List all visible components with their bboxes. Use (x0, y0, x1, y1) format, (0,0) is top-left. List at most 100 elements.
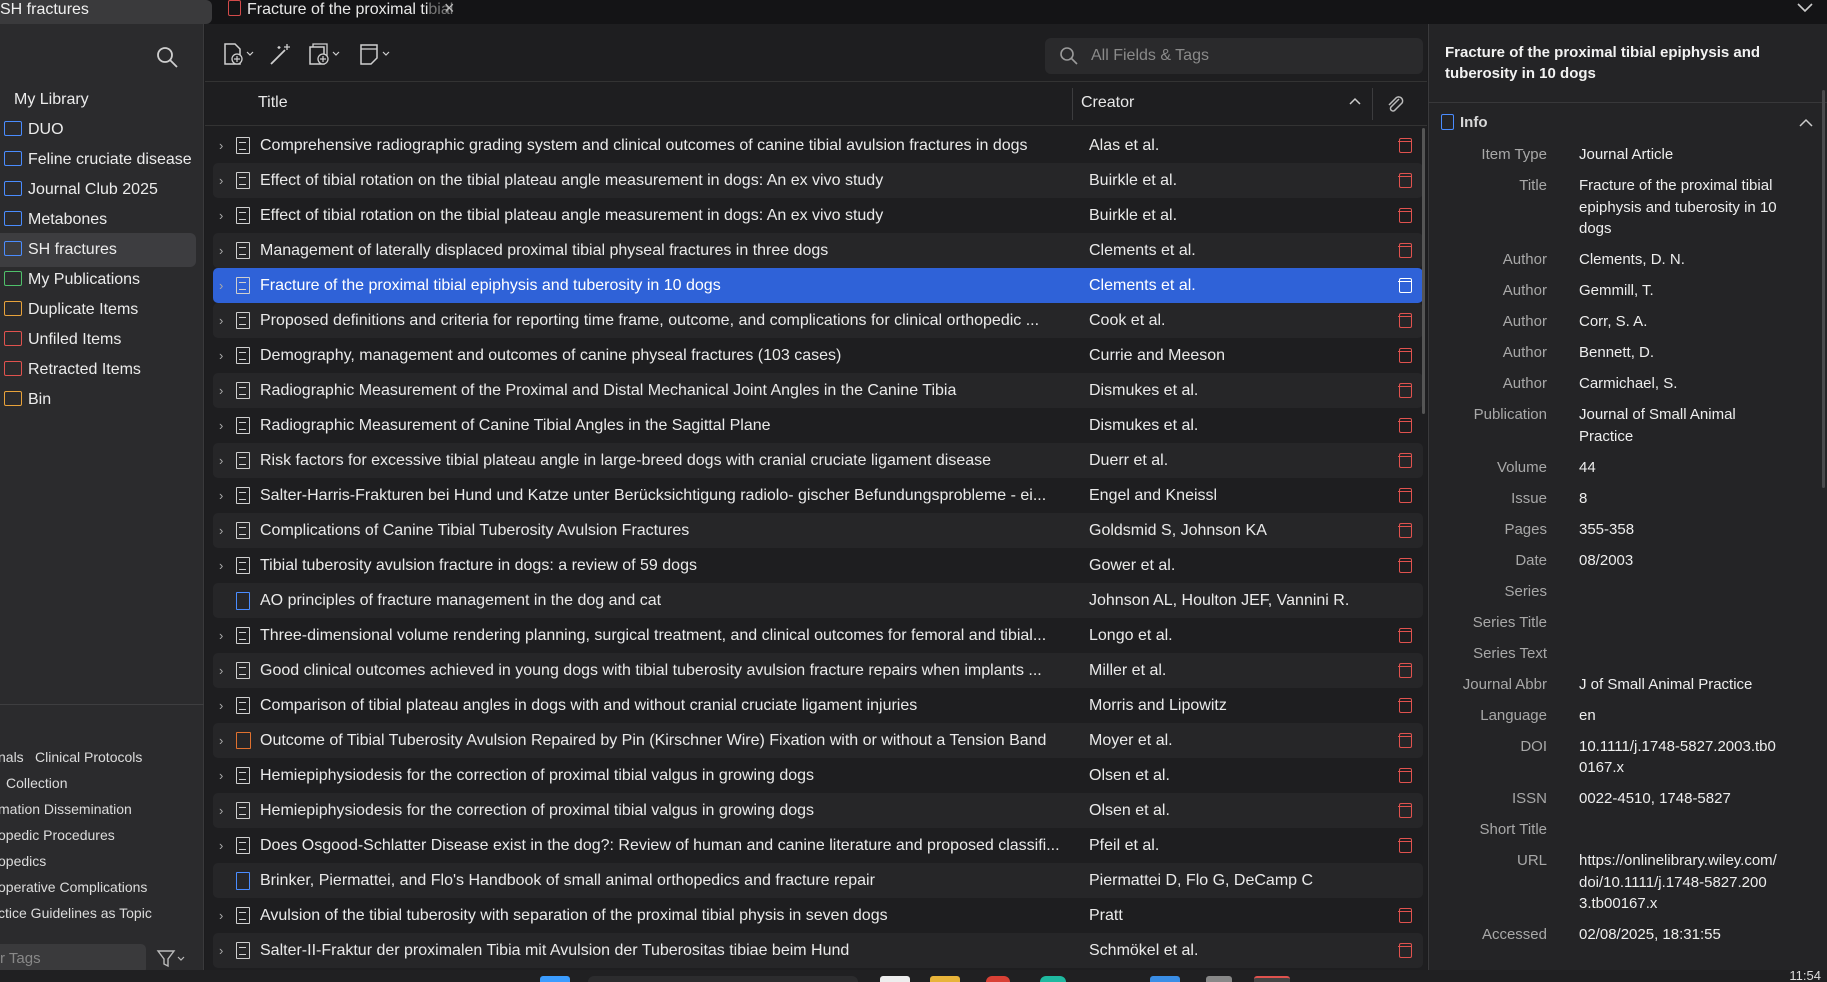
pdf-attachment-icon[interactable] (1398, 558, 1412, 573)
add-by-identifier-button[interactable] (267, 42, 295, 66)
detail-scrollbar[interactable] (1822, 90, 1825, 488)
sidebar-item-bin[interactable]: Bin (0, 383, 196, 417)
item-row[interactable]: › Avulsion of the tibial tuberosity with … (213, 898, 1423, 933)
expand-chevron-icon[interactable]: › (219, 338, 223, 373)
pdf-attachment-icon[interactable] (1398, 908, 1412, 923)
pdf-attachment-icon[interactable] (1398, 243, 1412, 258)
taskbar-search-input[interactable] (588, 976, 858, 982)
sort-ascending-icon[interactable] (1349, 96, 1361, 106)
sidebar-item-sh-fractures[interactable]: SH fractures (0, 233, 196, 267)
field-value[interactable]: Journal Article (1579, 144, 1779, 166)
expand-chevron-icon[interactable]: › (219, 618, 223, 653)
item-row[interactable]: › Hemiepiphysiodesis for the correction o… (213, 758, 1423, 793)
field-value[interactable]: 02/08/2025, 18:31:55 (1579, 924, 1779, 946)
column-creator[interactable]: Creator (1081, 94, 1134, 112)
app-icon[interactable] (1150, 976, 1180, 982)
item-row[interactable]: › Hemiepiphysiodesis for the correction o… (213, 793, 1423, 828)
expand-chevron-icon[interactable]: › (219, 653, 223, 688)
expand-chevron-icon[interactable]: › (219, 548, 223, 583)
item-row[interactable]: › Demography, management and outcomes of … (213, 338, 1423, 373)
expand-chevron-icon[interactable]: › (219, 478, 223, 513)
sidebar-item-unfiled-items[interactable]: Unfiled Items (0, 323, 196, 357)
column-divider[interactable] (1372, 88, 1373, 120)
expand-chevron-icon[interactable]: › (219, 758, 223, 793)
tab-document[interactable]: Fracture of the proximal tibial (228, 0, 468, 24)
expand-chevron-icon[interactable]: › (219, 303, 223, 338)
expand-chevron-icon[interactable]: › (219, 933, 223, 968)
expand-chevron-icon[interactable]: › (219, 513, 223, 548)
field-value[interactable]: 08/2003 (1579, 550, 1779, 572)
expand-chevron-icon[interactable]: › (219, 898, 223, 933)
field-value[interactable]: Fracture of the proximal tibial epiphysi… (1579, 175, 1779, 240)
search-input[interactable]: All Fields & Tags (1045, 38, 1423, 74)
item-row[interactable]: › Management of laterally displaced proxi… (213, 233, 1423, 268)
field-value[interactable]: Bennett, D. (1579, 342, 1779, 364)
field-value[interactable]: Journal of Small Animal Practice (1579, 404, 1779, 447)
pdf-attachment-icon[interactable] (1398, 698, 1412, 713)
sidebar-item-retracted-items[interactable]: Retracted Items (0, 353, 196, 387)
item-row[interactable]: › Salter-II-Fraktur der proximalen Tibia … (213, 933, 1423, 968)
sidebar-item-my-publications[interactable]: My Publications (0, 263, 196, 297)
item-row[interactable]: › Radiographic Measurement of Canine Tibi… (213, 408, 1423, 443)
tag-filter-button[interactable] (156, 948, 190, 970)
pdf-attachment-icon[interactable] (1398, 348, 1412, 363)
item-row[interactable]: › Comparison of tibial plateau angles in … (213, 688, 1423, 723)
pdf-attachment-icon[interactable] (1398, 943, 1412, 958)
field-value[interactable]: 10.1111/j.1748-5827.2003.tb00167.x (1579, 736, 1779, 779)
sidebar-item-duo[interactable]: DUO (0, 113, 196, 147)
pdf-attachment-icon[interactable] (1398, 313, 1412, 328)
tab-close-icon[interactable]: × (444, 0, 455, 19)
tag[interactable]: operative Complications (0, 879, 147, 895)
pdf-attachment-icon[interactable] (1398, 138, 1412, 153)
item-row[interactable]: › Three-dimensional volume rendering plan… (213, 618, 1423, 653)
column-divider[interactable] (1072, 88, 1073, 120)
tag[interactable]: nals (0, 749, 24, 765)
tag[interactable]: mation Dissemination (0, 801, 132, 817)
field-value[interactable]: Corr, S. A. (1579, 311, 1779, 333)
new-note-button[interactable] (357, 42, 397, 66)
expand-chevron-icon[interactable]: › (219, 723, 223, 758)
expand-chevron-icon[interactable]: › (219, 373, 223, 408)
search-icon[interactable] (154, 44, 180, 70)
pdf-attachment-icon[interactable] (1398, 663, 1412, 678)
pdf-attachment-icon[interactable] (1398, 208, 1412, 223)
item-row[interactable]: › Complications of Canine Tibial Tuberosi… (213, 513, 1423, 548)
column-title[interactable]: Title (258, 94, 288, 112)
info-section-header[interactable]: Info (1441, 114, 1488, 131)
expand-chevron-icon[interactable]: › (219, 128, 223, 163)
item-row[interactable]: › Fracture of the proximal tibial epiphys… (213, 268, 1423, 303)
field-value[interactable]: 0022-4510, 1748-5827 (1579, 788, 1779, 810)
items-scrollbar[interactable] (1422, 128, 1425, 414)
item-row[interactable]: › Risk factors for excessive tibial plate… (213, 443, 1423, 478)
tag[interactable]: opedic Procedures (0, 827, 115, 843)
pdf-attachment-icon[interactable] (1398, 733, 1412, 748)
sidebar-item-feline-cruciate-disease[interactable]: Feline cruciate disease (0, 143, 196, 177)
tag[interactable]: ctice Guidelines as Topic (0, 905, 152, 921)
zotero-app-icon[interactable] (1254, 976, 1290, 982)
item-row[interactable]: › Salter-Harris-Frakturen bei Hund und Ka… (213, 478, 1423, 513)
expand-chevron-icon[interactable]: › (219, 688, 223, 723)
field-value[interactable]: en (1579, 705, 1779, 727)
item-row[interactable]: Brinker, Piermattei, and Flo's Handbook … (213, 863, 1423, 898)
pdf-attachment-icon[interactable] (1398, 628, 1412, 643)
add-attachment-button[interactable] (305, 42, 345, 66)
item-row[interactable]: › Effect of tibial rotation on the tibial… (213, 163, 1423, 198)
taskbar-clock[interactable]: 11:54 (1789, 970, 1821, 982)
pdf-attachment-icon[interactable] (1398, 523, 1412, 538)
start-icon[interactable] (540, 976, 570, 982)
field-value[interactable]: J of Small Animal Practice (1579, 674, 1779, 696)
field-value[interactable]: 44 (1579, 457, 1779, 479)
tag[interactable]: opedics (0, 853, 46, 869)
pdf-attachment-icon[interactable] (1398, 173, 1412, 188)
item-row[interactable]: AO principles of fracture management in … (213, 583, 1423, 618)
chevron-up-icon[interactable] (1799, 116, 1813, 130)
tag[interactable]: Clinical Protocols (35, 749, 142, 765)
item-row[interactable]: › Proposed definitions and criteria for r… (213, 303, 1423, 338)
expand-chevron-icon[interactable]: › (219, 268, 223, 303)
expand-chevron-icon[interactable]: › (219, 443, 223, 478)
expand-chevron-icon[interactable]: › (219, 408, 223, 443)
pdf-attachment-icon[interactable] (1398, 768, 1412, 783)
item-row[interactable]: › Tibial tuberosity avulsion fracture in … (213, 548, 1423, 583)
item-row[interactable]: › Good clinical outcomes achieved in youn… (213, 653, 1423, 688)
paperclip-icon[interactable] (1385, 94, 1405, 114)
